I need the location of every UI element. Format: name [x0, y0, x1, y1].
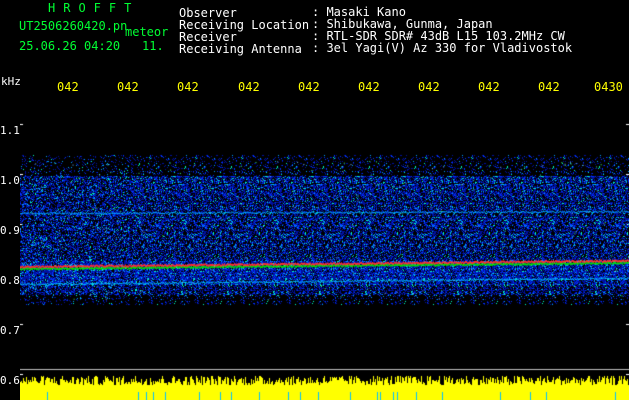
- counter: 11.: [142, 39, 164, 53]
- antenna-label: Receiving Antenna: [179, 42, 302, 56]
- antenna-value: : 3el Yagi(V) Az 330 for Vladivostok: [312, 41, 573, 55]
- y-unit-label: kHz: [1, 75, 21, 88]
- y-tick-label: 0.9: [0, 224, 20, 237]
- spectrogram: [20, 100, 629, 400]
- y-tick-label: 0.6: [0, 374, 20, 387]
- y-tick-label: 0.8: [0, 274, 20, 287]
- mode-label: meteor: [125, 25, 169, 39]
- x-tick-label: 042: [478, 80, 500, 94]
- datetime: 25.06.26 04:20: [19, 39, 121, 53]
- x-tick-label: 042: [238, 80, 260, 94]
- y-tick-label: 1.0: [0, 174, 20, 187]
- y-tick-label: 0.7: [0, 324, 20, 337]
- x-tick-label: 042: [117, 80, 139, 94]
- x-tick-label: 042: [538, 80, 560, 94]
- x-tick-label: 042: [358, 80, 380, 94]
- x-tick-label: 042: [298, 80, 320, 94]
- hrofft-logo: HROFFT: [48, 1, 140, 15]
- x-tick-label: 0430: [594, 80, 623, 94]
- filename: UT2506260420.pn: [19, 19, 128, 33]
- y-tick-label: 1.1: [0, 124, 20, 137]
- x-tick-label: 042: [57, 80, 79, 94]
- x-tick-label: 042: [418, 80, 440, 94]
- x-tick-label: 042: [177, 80, 199, 94]
